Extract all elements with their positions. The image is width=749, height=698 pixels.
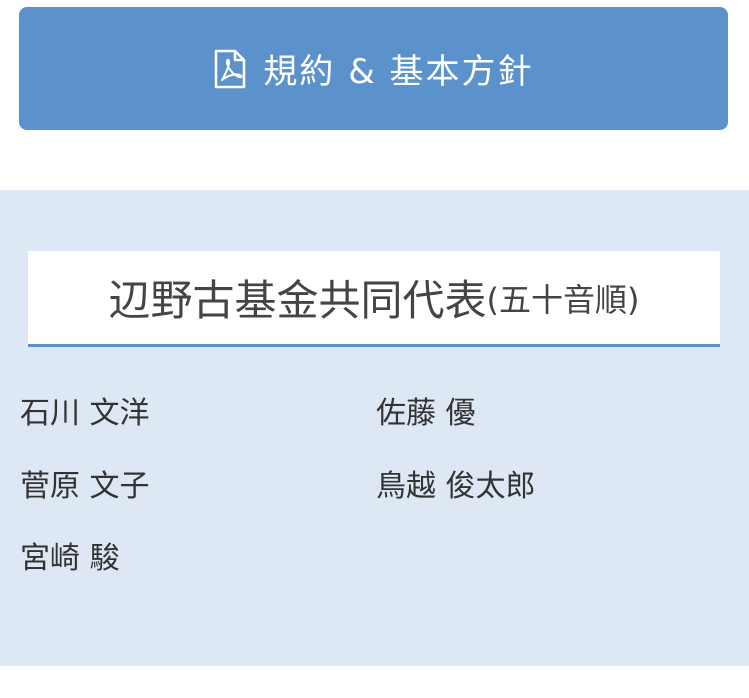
bylaws-pdf-button[interactable]: 規約 & 基本方針 [19, 7, 728, 130]
bylaws-pdf-label: 規約 & 基本方針 [263, 52, 534, 92]
representative-name: 鳥越 俊太郎 [376, 469, 536, 504]
pdf-file-icon [213, 49, 247, 89]
heading-subtitle: (五十音順) [486, 280, 640, 319]
representatives-heading: 辺野古基金共同代表 (五十音順) [28, 251, 720, 347]
bottom-strip [0, 666, 749, 698]
representative-name: 石川 文洋 [20, 396, 150, 431]
heading-title: 辺野古基金共同代表 [108, 276, 487, 325]
representatives-panel: 辺野古基金共同代表 (五十音順) 石川 文洋 佐藤 優 菅原 文子 鳥越 俊太郎 … [0, 190, 749, 666]
representative-name: 宮崎 駿 [20, 541, 120, 576]
top-area: 規約 & 基本方針 [0, 0, 749, 190]
representative-name: 佐藤 優 [376, 396, 476, 431]
representative-name: 菅原 文子 [20, 469, 150, 504]
